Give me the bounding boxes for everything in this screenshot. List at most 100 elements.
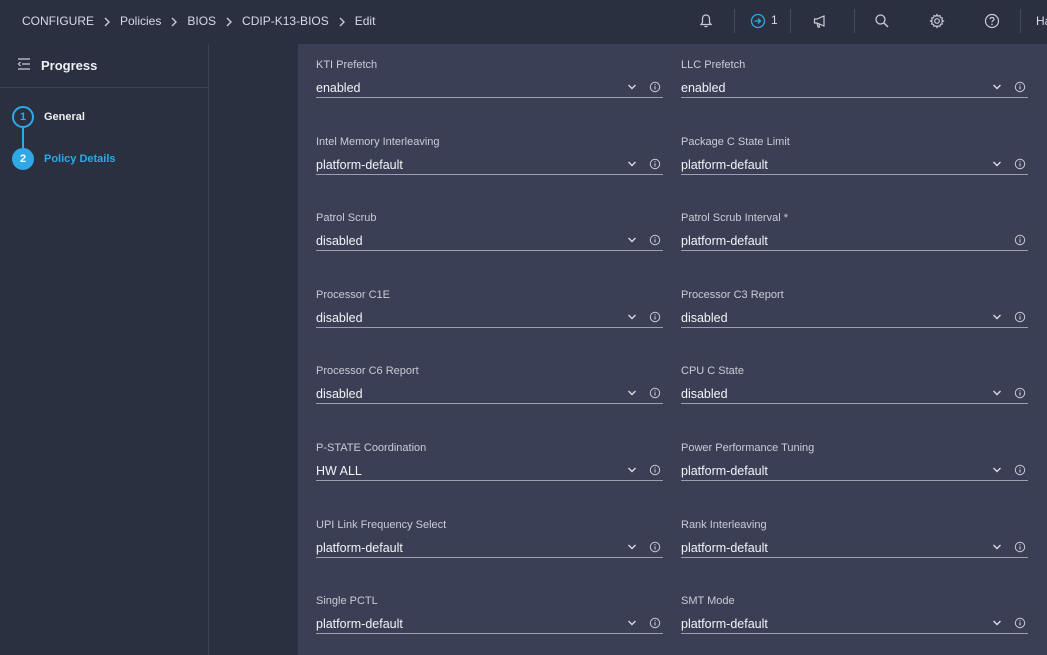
step-general[interactable]: 1 General	[12, 106, 85, 128]
field-processor-c3-report: Processor C3 Report disabled	[681, 288, 1028, 328]
step-label: Policy Details	[44, 153, 116, 165]
select-kti-prefetch[interactable]: enabled	[316, 79, 663, 98]
chevron-down-icon[interactable]	[991, 310, 1003, 322]
info-icon[interactable]	[649, 386, 661, 399]
info-icon[interactable]	[649, 80, 661, 93]
select-intel-memory-interleaving[interactable]: platform-default	[316, 156, 663, 175]
select-rank-interleaving[interactable]: platform-default	[681, 539, 1028, 558]
field-label: UPI Link Frequency Select	[316, 518, 447, 531]
field-value: disabled	[316, 387, 363, 402]
info-icon[interactable]	[649, 157, 661, 169]
input-patrol-scrub-interval[interactable]: platform-default	[681, 232, 1028, 252]
select-cpu-c-state[interactable]: disabled	[681, 385, 1028, 405]
chevron-down-icon[interactable]	[991, 157, 1003, 169]
select-processor-c6-report[interactable]: disabled	[316, 385, 663, 405]
progress-header: Progress	[0, 44, 208, 88]
step-number: 2	[12, 148, 34, 170]
info-icon[interactable]	[649, 310, 661, 322]
field-processor-c1e: Processor C1E disabled	[316, 288, 663, 328]
chevron-down-icon[interactable]	[626, 310, 638, 322]
field-value: HW ALL	[316, 464, 362, 478]
info-icon[interactable]	[1014, 310, 1026, 322]
requests-icon[interactable]	[748, 11, 768, 31]
search-icon[interactable]	[872, 11, 892, 31]
step-policy-details[interactable]: 2 Policy Details	[12, 148, 116, 170]
field-llc-prefetch: LLC Prefetch enabled	[681, 58, 1028, 98]
user-menu[interactable]: Ha	[1036, 14, 1047, 28]
requests-count[interactable]: 1	[771, 13, 778, 27]
select-smt-mode[interactable]: platform-default	[681, 615, 1028, 635]
select-processor-c1e[interactable]: disabled	[316, 309, 663, 328]
info-icon[interactable]	[1014, 540, 1026, 552]
info-icon[interactable]	[1014, 386, 1026, 399]
field-kti-prefetch: KTI Prefetch enabled	[316, 58, 663, 98]
field-label: P-STATE Coordination	[316, 442, 427, 454]
step-connector	[22, 128, 24, 148]
select-package-c-state-limit[interactable]: platform-default	[681, 156, 1028, 175]
progress-title: Progress	[41, 58, 98, 73]
field-single-pctl: Single PCTL platform-default	[316, 594, 663, 635]
field-value: enabled	[681, 81, 726, 95]
field-value: platform-default	[681, 617, 768, 632]
chevron-down-icon[interactable]	[626, 616, 638, 628]
divider	[734, 9, 735, 33]
field-value: platform-default	[681, 157, 768, 172]
collapse-menu-icon[interactable]	[17, 57, 31, 75]
help-icon[interactable]	[982, 11, 1002, 31]
field-label: CPU C State	[681, 365, 744, 378]
step-number: 1	[12, 106, 34, 128]
select-patrol-scrub[interactable]: disabled	[316, 232, 663, 252]
chevron-down-icon[interactable]	[991, 616, 1003, 628]
field-label: Intel Memory Interleaving	[316, 135, 440, 148]
field-power-performance-tuning: Power Performance Tuning platform-default	[681, 441, 1028, 481]
divider	[790, 9, 791, 33]
top-bar: CONFIGURE Policies BIOS CDIP-K13-BIOS Ed…	[0, 0, 1047, 42]
chevron-down-icon[interactable]	[991, 540, 1003, 552]
field-value: enabled	[316, 81, 361, 95]
field-label: Processor C6 Report	[316, 365, 419, 378]
chevron-down-icon[interactable]	[626, 80, 638, 92]
megaphone-icon[interactable]	[810, 11, 830, 31]
field-upi-link-frequency-select: UPI Link Frequency Select platform-defaul…	[316, 518, 663, 558]
chevron-down-icon[interactable]	[991, 80, 1003, 92]
chevron-down-icon[interactable]	[991, 463, 1003, 475]
info-icon[interactable]	[649, 616, 661, 629]
chevron-down-icon[interactable]	[626, 157, 638, 169]
field-p-state-coordination: P-STATE Coordination HW ALL	[316, 441, 663, 481]
spacer-column	[210, 44, 298, 655]
field-value: platform-default	[681, 540, 768, 555]
select-p-state-coordination[interactable]: HW ALL	[316, 462, 663, 481]
select-power-performance-tuning[interactable]: platform-default	[681, 462, 1028, 481]
chevron-down-icon[interactable]	[626, 386, 638, 398]
select-llc-prefetch[interactable]: enabled	[681, 79, 1028, 98]
field-value: platform-default	[316, 157, 403, 172]
divider	[1020, 9, 1021, 33]
info-icon[interactable]	[1014, 463, 1026, 476]
info-icon[interactable]	[649, 540, 661, 552]
info-icon[interactable]	[1014, 233, 1026, 246]
select-single-pctl[interactable]: platform-default	[316, 615, 663, 635]
field-value: platform-default	[316, 540, 403, 555]
select-processor-c3-report[interactable]: disabled	[681, 309, 1028, 328]
field-processor-c6-report: Processor C6 Report disabled	[316, 364, 663, 405]
chevron-down-icon[interactable]	[626, 463, 638, 475]
info-icon[interactable]	[649, 463, 661, 476]
chevron-down-icon[interactable]	[991, 386, 1003, 398]
field-smt-mode: SMT Mode platform-default	[681, 594, 1028, 635]
field-cpu-c-state: CPU C State disabled	[681, 364, 1028, 405]
field-label: Processor C1E	[316, 288, 390, 301]
info-icon[interactable]	[1014, 616, 1026, 629]
field-rank-interleaving: Rank Interleaving platform-default	[681, 518, 1028, 558]
field-value: disabled	[681, 387, 728, 402]
info-icon[interactable]	[1014, 80, 1026, 93]
field-patrol-scrub-interval: Patrol Scrub Interval * platform-default	[681, 211, 1028, 252]
gear-icon[interactable]	[927, 11, 947, 31]
bell-icon[interactable]	[696, 11, 716, 31]
chevron-down-icon[interactable]	[626, 540, 638, 552]
field-patrol-scrub: Patrol Scrub disabled	[316, 211, 663, 252]
select-upi-link-frequency-select[interactable]: platform-default	[316, 539, 663, 558]
field-value: platform-default	[681, 234, 768, 249]
info-icon[interactable]	[1014, 157, 1026, 169]
info-icon[interactable]	[649, 233, 661, 246]
chevron-down-icon[interactable]	[626, 233, 638, 245]
